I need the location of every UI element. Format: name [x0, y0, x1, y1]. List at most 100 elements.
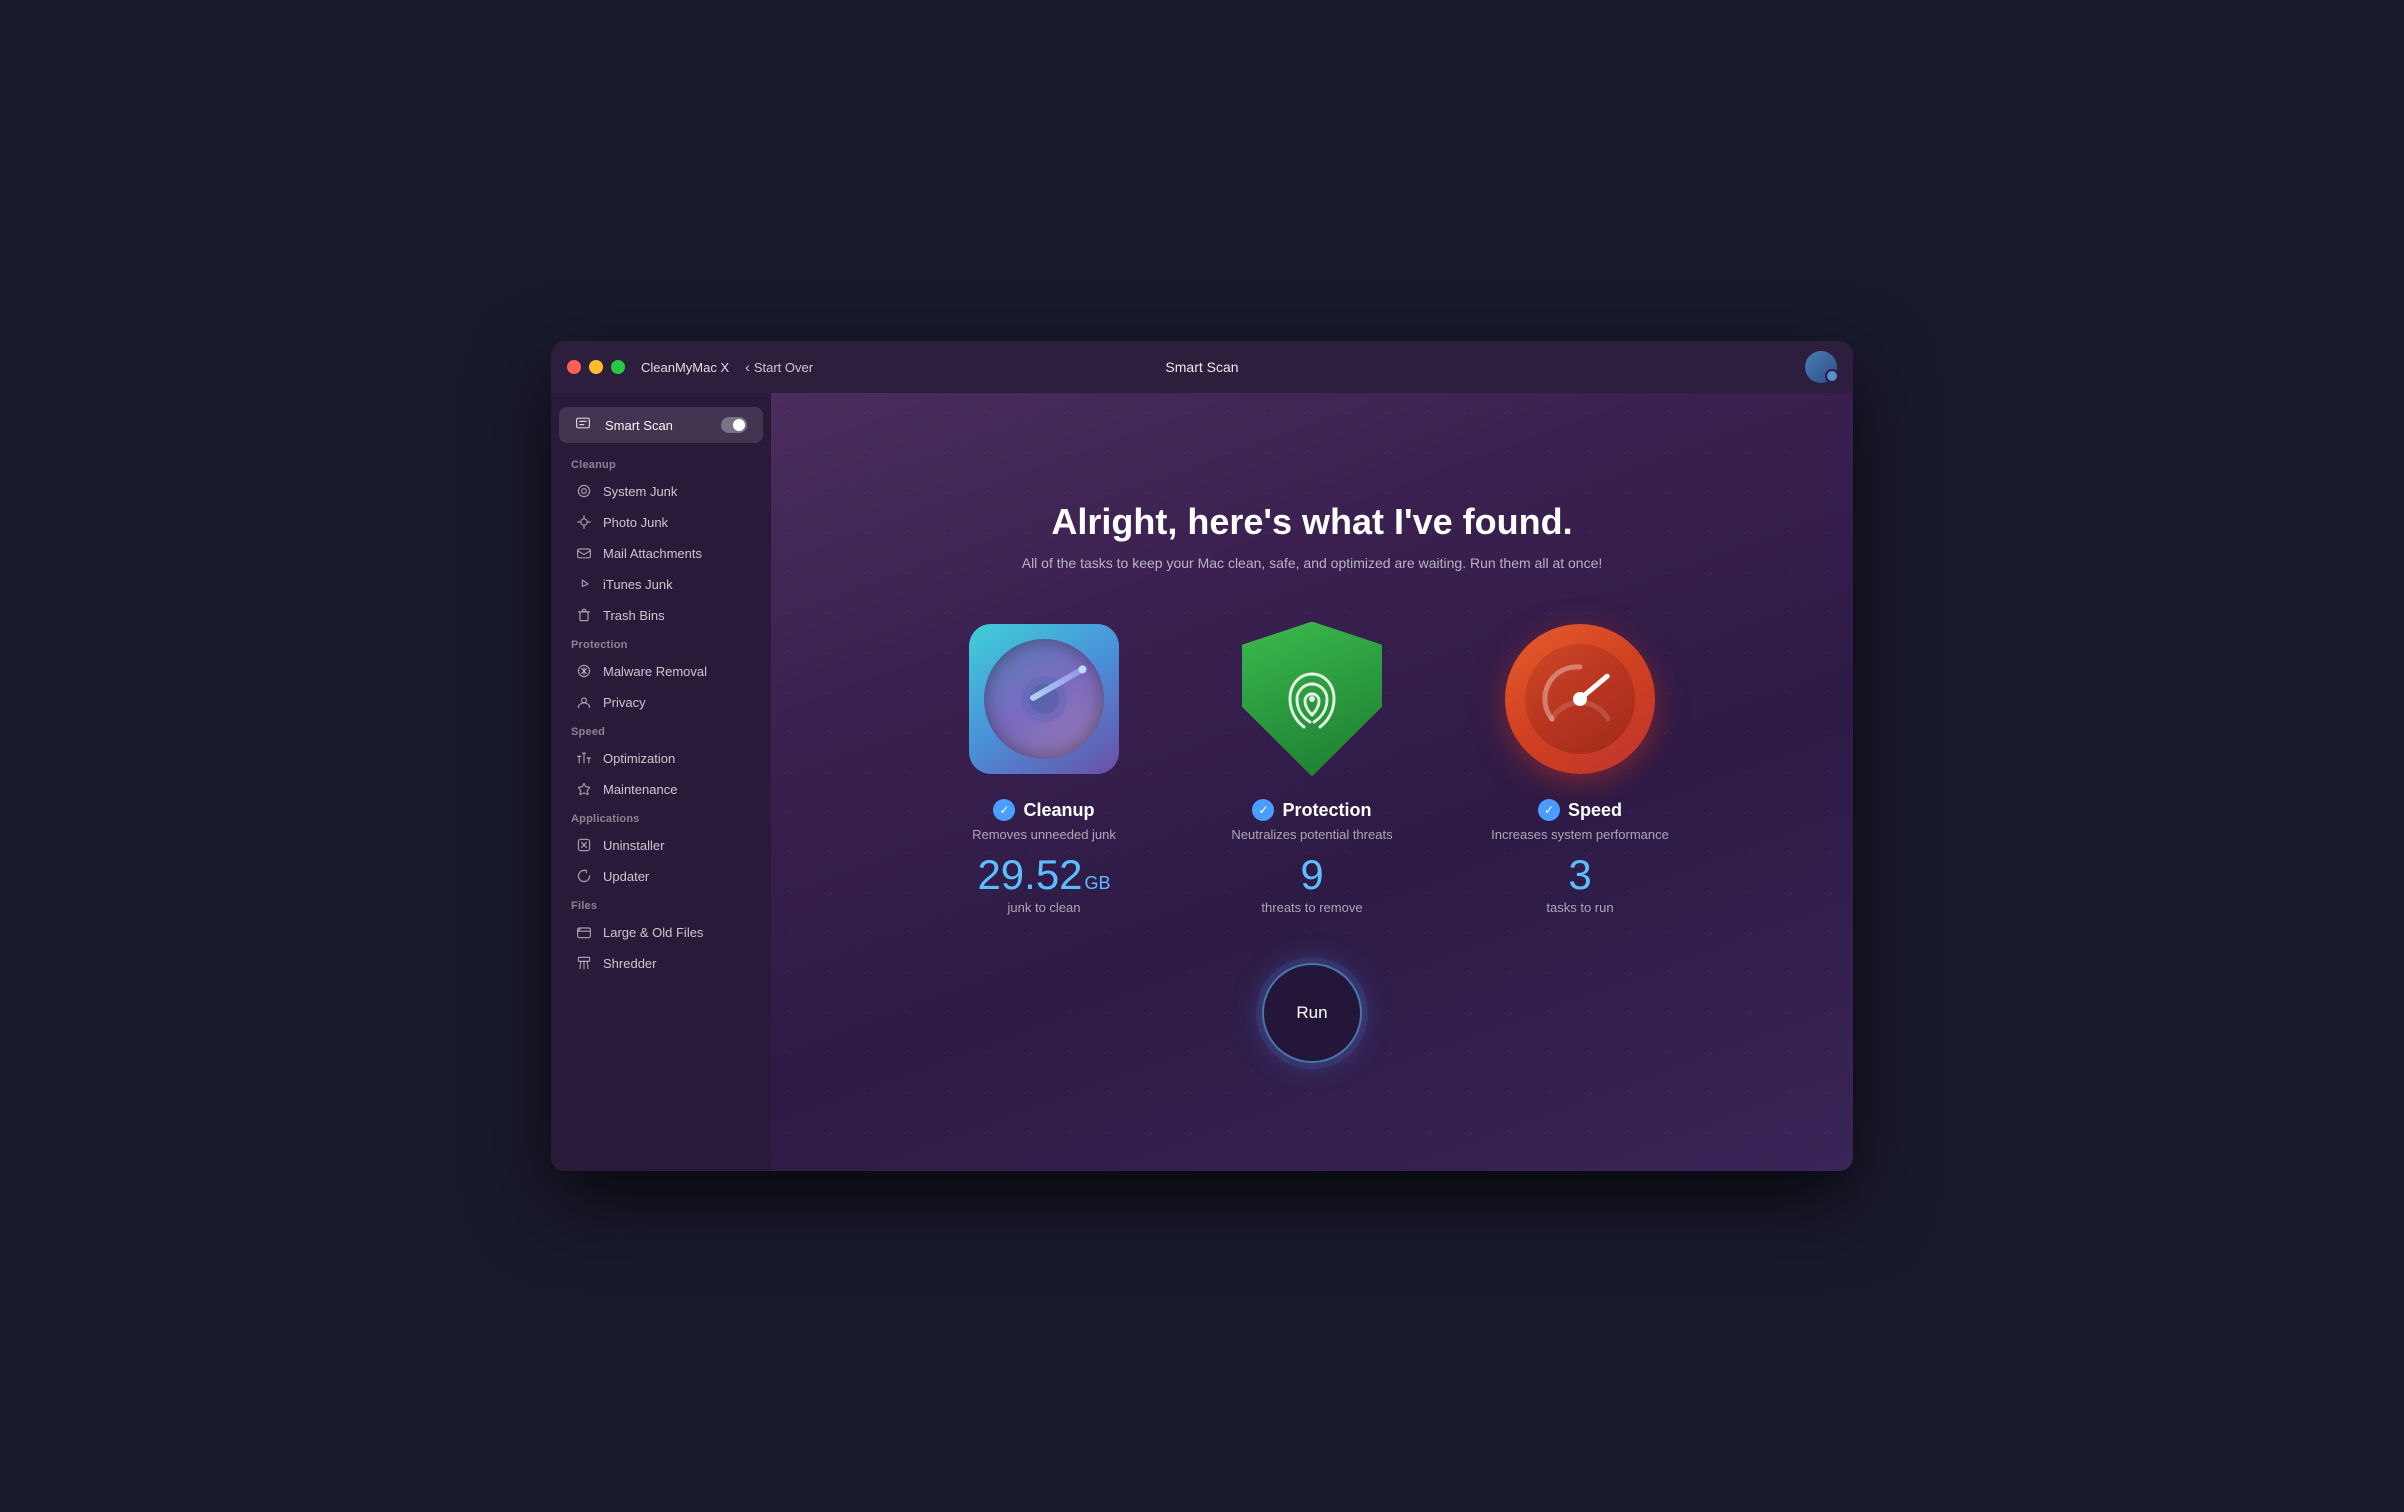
- sidebar-item-malware-removal[interactable]: Malware Removal: [559, 656, 763, 686]
- speed-card: ✓ Speed Increases system performance 3 t…: [1470, 619, 1690, 915]
- updater-label: Updater: [603, 869, 649, 884]
- main-panel: Alright, here's what I've found. All of …: [771, 393, 1853, 1171]
- cleanup-icon-wrap: [964, 619, 1124, 779]
- speed-needle-dot: [1573, 692, 1587, 706]
- trash-icon: [575, 606, 593, 624]
- sidebar-item-itunes-junk[interactable]: iTunes Junk: [559, 569, 763, 599]
- uninstaller-label: Uninstaller: [603, 838, 664, 853]
- protection-stat-number: 9: [1300, 854, 1323, 896]
- speed-stat: 3: [1568, 854, 1591, 896]
- photo-junk-label: Photo Junk: [603, 515, 668, 530]
- maximize-button[interactable]: [611, 360, 625, 374]
- protection-description: Neutralizes potential threats: [1231, 827, 1392, 842]
- system-junk-icon: [575, 482, 593, 500]
- titlebar: CleanMyMac X ‹ Start Over Smart Scan: [551, 341, 1853, 393]
- protection-shield-icon: [1237, 619, 1387, 779]
- sidebar-item-smart-scan[interactable]: Smart Scan: [559, 407, 763, 443]
- cleanup-label-row: ✓ Cleanup: [993, 799, 1094, 821]
- sidebar-item-large-old-files[interactable]: Large & Old Files: [559, 917, 763, 947]
- smart-scan-toggle[interactable]: [721, 417, 747, 433]
- files-icon: [575, 923, 593, 941]
- protection-icon-wrap: [1232, 619, 1392, 779]
- page-title: Alright, here's what I've found.: [1051, 501, 1572, 543]
- photo-junk-icon: [575, 513, 593, 531]
- cleanup-stat-number: 29.52: [977, 854, 1082, 896]
- trash-bins-label: Trash Bins: [603, 608, 665, 623]
- cleanup-name: Cleanup: [1023, 800, 1094, 821]
- sidebar-item-shredder[interactable]: Shredder: [559, 948, 763, 978]
- sidebar-item-optimization[interactable]: Optimization: [559, 743, 763, 773]
- sidebar-item-uninstaller[interactable]: Uninstaller: [559, 830, 763, 860]
- itunes-icon: [575, 575, 593, 593]
- shredder-icon: [575, 954, 593, 972]
- cleanup-check-icon: ✓: [993, 799, 1015, 821]
- sidebar: Smart Scan Cleanup System Junk: [551, 393, 771, 1171]
- nav-label: Start Over: [754, 360, 813, 375]
- mail-icon: [575, 544, 593, 562]
- optimization-icon: [575, 749, 593, 767]
- updater-icon: [575, 867, 593, 885]
- smart-scan-icon: [575, 415, 595, 435]
- protection-check-icon: ✓: [1252, 799, 1274, 821]
- section-protection: Protection: [551, 631, 771, 655]
- sidebar-item-system-junk[interactable]: System Junk: [559, 476, 763, 506]
- mail-attachments-label: Mail Attachments: [603, 546, 702, 561]
- hdd-arm: [1029, 667, 1084, 702]
- large-old-files-label: Large & Old Files: [603, 925, 703, 940]
- cleanup-stat-unit: GB: [1085, 873, 1111, 894]
- speed-name: Speed: [1568, 800, 1622, 821]
- sidebar-item-maintenance[interactable]: Maintenance: [559, 774, 763, 804]
- smart-scan-label: Smart Scan: [605, 418, 721, 433]
- speed-stat-label: tasks to run: [1546, 900, 1613, 915]
- cleanup-stat: 29.52 GB: [977, 854, 1110, 896]
- cards-row: ✓ Cleanup Removes unneeded junk 29.52 GB…: [934, 619, 1690, 915]
- speed-gauge-icon: [1505, 624, 1655, 774]
- back-chevron-icon: ‹: [745, 359, 750, 375]
- traffic-lights: [567, 360, 625, 374]
- protection-card: ✓ Protection Neutralizes potential threa…: [1202, 619, 1422, 915]
- close-button[interactable]: [567, 360, 581, 374]
- sidebar-item-updater[interactable]: Updater: [559, 861, 763, 891]
- run-button[interactable]: Run: [1262, 963, 1362, 1063]
- system-junk-label: System Junk: [603, 484, 677, 499]
- shredder-label: Shredder: [603, 956, 656, 971]
- sidebar-item-privacy[interactable]: Privacy: [559, 687, 763, 717]
- speed-stat-number: 3: [1568, 854, 1591, 896]
- malware-removal-label: Malware Removal: [603, 664, 707, 679]
- avatar[interactable]: [1805, 351, 1837, 383]
- sidebar-item-trash-bins[interactable]: Trash Bins: [559, 600, 763, 630]
- app-name: CleanMyMac X: [641, 360, 729, 375]
- speed-check-icon: ✓: [1538, 799, 1560, 821]
- speed-label-row: ✓ Speed: [1538, 799, 1622, 821]
- start-over-nav[interactable]: ‹ Start Over: [745, 359, 813, 375]
- speed-description: Increases system performance: [1491, 827, 1669, 842]
- sidebar-item-photo-junk[interactable]: Photo Junk: [559, 507, 763, 537]
- speed-icon-wrap: [1500, 619, 1660, 779]
- speed-gauge-dial: [1540, 659, 1620, 739]
- maintenance-label: Maintenance: [603, 782, 677, 797]
- app-window: CleanMyMac X ‹ Start Over Smart Scan Sma…: [551, 341, 1853, 1171]
- cleanup-hdd-icon: [969, 624, 1119, 774]
- optimization-label: Optimization: [603, 751, 675, 766]
- fingerprint-icon: [1272, 659, 1352, 739]
- cleanup-stat-label: junk to clean: [1008, 900, 1081, 915]
- protection-stat: 9: [1300, 854, 1323, 896]
- cleanup-card: ✓ Cleanup Removes unneeded junk 29.52 GB…: [934, 619, 1154, 915]
- shield-shape: [1242, 622, 1382, 777]
- main-content: Smart Scan Cleanup System Junk: [551, 393, 1853, 1171]
- section-files: Files: [551, 892, 771, 916]
- speed-gauge-inner: [1525, 644, 1635, 754]
- minimize-button[interactable]: [589, 360, 603, 374]
- protection-stat-label: threats to remove: [1261, 900, 1362, 915]
- sidebar-item-mail-attachments[interactable]: Mail Attachments: [559, 538, 763, 568]
- privacy-label: Privacy: [603, 695, 646, 710]
- uninstaller-icon: [575, 836, 593, 854]
- section-applications: Applications: [551, 805, 771, 829]
- privacy-icon: [575, 693, 593, 711]
- cleanup-description: Removes unneeded junk: [972, 827, 1116, 842]
- malware-icon: [575, 662, 593, 680]
- section-cleanup: Cleanup: [551, 451, 771, 475]
- section-speed: Speed: [551, 718, 771, 742]
- protection-name: Protection: [1282, 800, 1371, 821]
- itunes-junk-label: iTunes Junk: [603, 577, 673, 592]
